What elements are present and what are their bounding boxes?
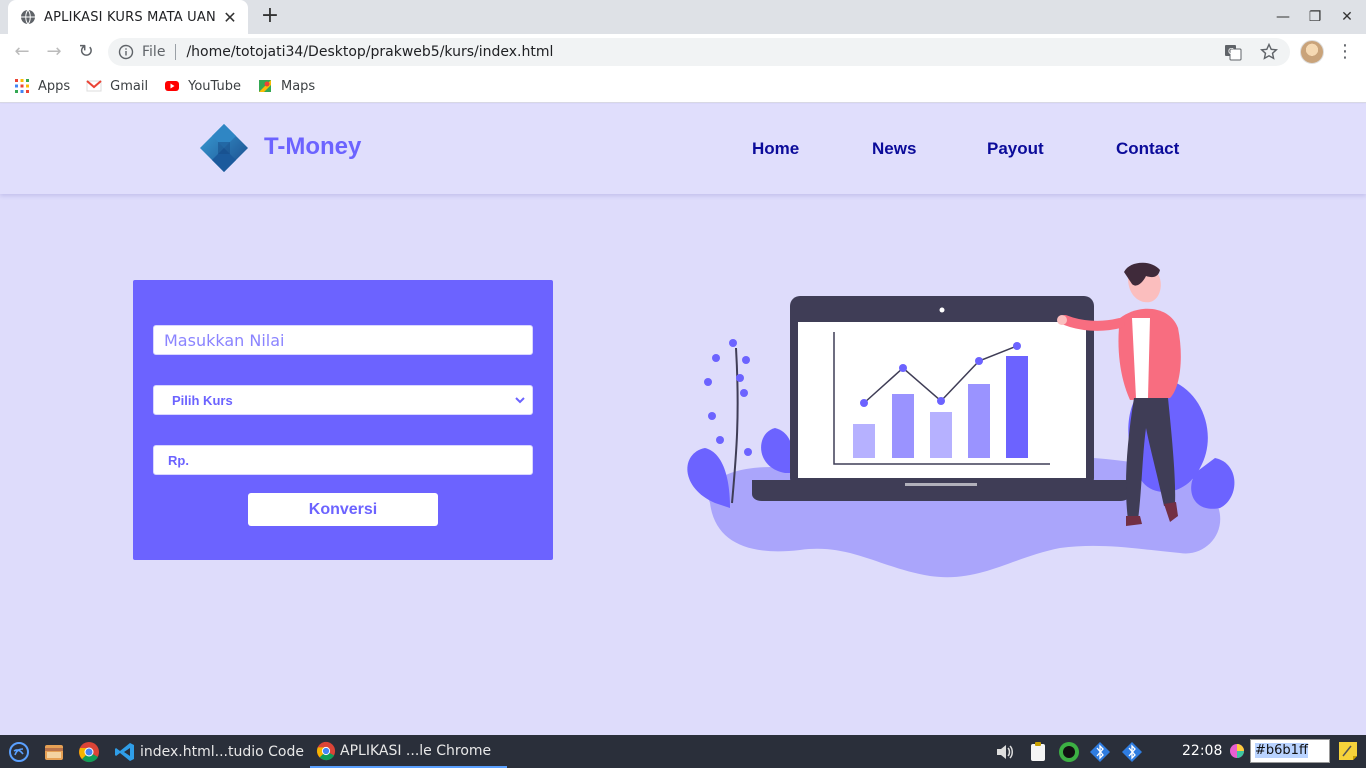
bluetooth-tray[interactable] — [1089, 735, 1111, 768]
vscode-icon — [115, 742, 134, 761]
bookmark-label: Maps — [280, 78, 316, 94]
back-button[interactable]: ← — [10, 40, 34, 64]
nav-contact-link[interactable]: Contact — [1116, 139, 1179, 159]
browser-tab[interactable]: APLIKASI KURS MATA UANG ✕ — [8, 0, 248, 34]
restore-icon[interactable]: ❐ — [1306, 8, 1324, 26]
bookmarks-bar: Apps Gmail YouTube Maps — [0, 70, 1366, 103]
bookmark-youtube[interactable]: YouTube — [164, 78, 241, 94]
url-text[interactable]: /home/totojati34/Desktop/prakweb5/kurs/i… — [186, 44, 553, 60]
hero-illustration — [687, 262, 1235, 578]
bookmark-gmail[interactable]: Gmail — [86, 78, 148, 94]
url-separator — [175, 44, 177, 60]
volume-icon — [997, 744, 1013, 759]
value-input-placeholder: Masukkan Nilai — [164, 330, 285, 350]
clipboard-icon — [1031, 741, 1045, 761]
forward-button[interactable]: → — [42, 40, 66, 64]
globe-icon — [21, 9, 35, 25]
currency-select[interactable]: Pilih Kurs — [153, 385, 533, 415]
file-manager-icon — [45, 744, 63, 760]
brand-name[interactable]: T-Money — [264, 133, 361, 161]
close-window-icon[interactable]: ✕ — [1338, 8, 1356, 26]
close-tab-icon[interactable]: ✕ — [222, 8, 238, 27]
profile-avatar[interactable] — [1300, 40, 1324, 64]
chrome-launcher[interactable] — [78, 735, 100, 768]
maps-icon — [258, 80, 271, 92]
nav-payout-link[interactable]: Payout — [987, 139, 1044, 159]
start-menu-button[interactable] — [8, 735, 30, 768]
bluetooth-tray-2[interactable] — [1121, 735, 1143, 768]
volume-control[interactable] — [994, 735, 1016, 768]
nav-news-link[interactable]: News — [872, 139, 916, 159]
new-tab-button[interactable]: + — [258, 5, 282, 29]
kebab-menu-icon[interactable]: ⋮ — [1336, 40, 1354, 64]
sticky-note-icon[interactable] — [1337, 740, 1359, 762]
chrome-icon — [316, 741, 336, 760]
bookmark-apps[interactable]: Apps — [14, 78, 70, 94]
gmail-icon — [86, 80, 102, 92]
file-manager-launcher[interactable] — [43, 735, 65, 768]
bookmark-maps[interactable]: Maps — [257, 78, 315, 94]
os-taskbar: index.html...tudio Code APLIKASI ...le C… — [0, 735, 1366, 768]
color-value-text: #b6b1ff — [1255, 743, 1308, 758]
currency-select-value: Pilih Kurs — [172, 392, 233, 408]
address-bar[interactable]: File /home/totojati34/Desktop/prakweb5/k… — [108, 38, 1290, 66]
media-tray[interactable] — [1058, 735, 1080, 768]
url-scheme: File — [142, 44, 166, 60]
color-picker-icon[interactable] — [1229, 743, 1245, 759]
convert-button[interactable]: Konversi — [248, 493, 438, 526]
chrome-icon — [79, 741, 99, 762]
bookmark-label: YouTube — [188, 78, 241, 94]
browser-toolbar: ← → ↻ File /home/totojati34/Desktop/prak… — [0, 34, 1366, 70]
info-icon[interactable] — [118, 44, 134, 60]
value-input[interactable]: Masukkan Nilai — [153, 325, 533, 355]
taskbar-item-vscode[interactable]: index.html...tudio Code — [114, 735, 304, 768]
minimize-icon[interactable]: — — [1274, 8, 1292, 26]
bookmark-label: Apps — [38, 78, 71, 94]
clock[interactable]: 22:08 — [1182, 743, 1222, 759]
clipboard-tray[interactable] — [1027, 735, 1049, 768]
taskbar-item-label: APLIKASI ...le Chrome — [340, 742, 492, 759]
reload-button[interactable]: ↻ — [74, 40, 98, 64]
bookmark-label: Gmail — [110, 78, 149, 94]
logo-icon[interactable] — [198, 122, 250, 174]
apps-grid-icon — [15, 79, 29, 93]
record-icon — [1059, 741, 1079, 762]
taskbar-item-label: index.html...tudio Code — [140, 743, 304, 760]
youtube-icon — [165, 81, 180, 91]
bookmark-star-icon[interactable] — [1260, 43, 1278, 61]
bluetooth-icon — [1090, 741, 1110, 762]
svg-text:G: G — [1228, 47, 1234, 56]
color-value-field[interactable]: #b6b1ff — [1250, 739, 1330, 763]
start-menu-icon — [9, 741, 29, 762]
tab-title: APLIKASI KURS MATA UANG — [44, 9, 216, 25]
translate-icon[interactable]: G — [1224, 43, 1242, 61]
nav-home-link[interactable]: Home — [752, 139, 799, 159]
tab-strip: APLIKASI KURS MATA UANG ✕ + — ❐ ✕ — [0, 0, 1366, 34]
result-field-placeholder: Rp. — [168, 452, 189, 468]
taskbar-item-chrome[interactable]: APLIKASI ...le Chrome — [310, 735, 507, 768]
bluetooth-icon — [1122, 741, 1142, 762]
result-field[interactable]: Rp. — [153, 445, 533, 475]
chevron-down-icon — [515, 397, 525, 404]
